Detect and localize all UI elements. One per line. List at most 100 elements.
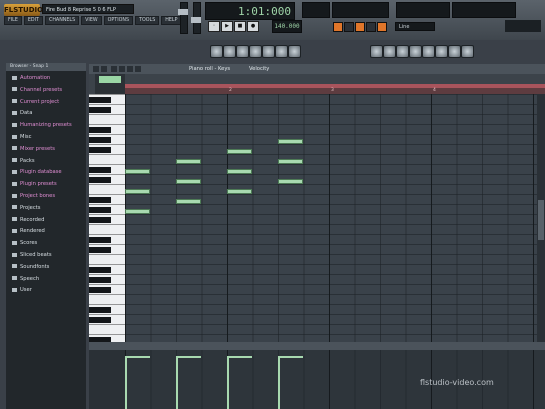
scrollbar-thumb[interactable]	[538, 200, 544, 240]
event-editor-divider[interactable]	[89, 342, 545, 350]
browser-item[interactable]: Humanizing presets	[12, 120, 84, 130]
note[interactable]	[176, 199, 201, 204]
note[interactable]	[278, 159, 303, 164]
black-key[interactable]	[89, 277, 111, 283]
browser-item[interactable]: Scores	[12, 238, 84, 248]
velocity-cap[interactable]	[176, 356, 201, 358]
magnet-icon[interactable]	[101, 66, 107, 72]
settings-icon[interactable]	[422, 45, 435, 58]
delete-icon[interactable]	[127, 66, 133, 72]
black-key[interactable]	[89, 217, 111, 223]
browser-item[interactable]: Misc	[12, 132, 84, 142]
browser-item[interactable]: Soundfonts	[12, 262, 84, 272]
zoom-control[interactable]	[95, 74, 125, 94]
project-icon[interactable]	[396, 45, 409, 58]
menu-icon[interactable]	[93, 66, 99, 72]
loop-bar[interactable]	[125, 84, 545, 88]
black-key[interactable]	[89, 317, 111, 323]
browser-item[interactable]: Projects	[12, 203, 84, 213]
black-key[interactable]	[89, 97, 111, 103]
step-edit-toggle[interactable]	[366, 22, 376, 32]
browser-item[interactable]: Plugin database	[12, 167, 84, 177]
menu-item[interactable]: TOOLS	[135, 16, 160, 25]
browser-item[interactable]: Speech	[12, 274, 84, 284]
master-pitch-slider[interactable]	[191, 2, 201, 34]
menu-item[interactable]: FILE	[4, 16, 22, 25]
undo-icon[interactable]	[370, 45, 383, 58]
metronome-toggle[interactable]	[344, 22, 354, 32]
browser-item[interactable]: Automation	[12, 73, 84, 83]
black-key[interactable]	[89, 207, 111, 213]
black-key[interactable]	[89, 197, 111, 203]
note[interactable]	[125, 169, 150, 174]
tempo-display[interactable]: 140.000	[272, 20, 302, 33]
black-key[interactable]	[89, 127, 111, 133]
note[interactable]	[125, 189, 150, 194]
browser-item[interactable]: Data	[12, 108, 84, 118]
browser-item[interactable]: Channel presets	[12, 85, 84, 95]
velocity-cap[interactable]	[125, 356, 150, 358]
plugin-icon[interactable]	[409, 45, 422, 58]
snap-toggle[interactable]	[333, 22, 343, 32]
pitch-knob[interactable]	[191, 17, 201, 23]
note[interactable]	[227, 169, 252, 174]
playlist-icon[interactable]	[210, 45, 223, 58]
render-icon[interactable]	[288, 45, 301, 58]
browser-item[interactable]: Mixer presets	[12, 144, 84, 154]
velocity-bar[interactable]	[278, 356, 280, 409]
note[interactable]	[176, 179, 201, 184]
browser-item[interactable]: Sliced beats	[12, 250, 84, 260]
black-key[interactable]	[89, 147, 111, 153]
black-key[interactable]	[89, 167, 111, 173]
browser-icon[interactable]	[249, 45, 262, 58]
menu-item[interactable]: CHANNELS	[44, 16, 80, 25]
master-volume-slider[interactable]	[178, 2, 188, 34]
piano-roll-icon[interactable]	[236, 45, 249, 58]
play-button[interactable]: ▶	[221, 21, 233, 32]
black-key[interactable]	[89, 287, 111, 293]
note[interactable]	[278, 179, 303, 184]
brush-icon[interactable]	[119, 66, 125, 72]
volume-knob[interactable]	[178, 9, 188, 15]
browser-item[interactable]: User	[12, 285, 84, 295]
menu-item[interactable]: VIEW	[81, 16, 102, 25]
typing-keyboard-toggle[interactable]	[377, 22, 387, 32]
tools-icon[interactable]	[383, 45, 396, 58]
view-selector[interactable]: Velocity	[249, 64, 269, 74]
black-key[interactable]	[89, 267, 111, 273]
note[interactable]	[125, 209, 150, 214]
select-icon[interactable]	[135, 66, 141, 72]
velocity-bar[interactable]	[227, 356, 229, 409]
record-button[interactable]: ●	[247, 21, 259, 32]
stop-button[interactable]: ■	[234, 21, 246, 32]
blend-toggle[interactable]	[355, 22, 365, 32]
browser-item[interactable]: Packs	[12, 156, 84, 166]
about-icon[interactable]	[461, 45, 474, 58]
velocity-bar[interactable]	[125, 356, 127, 409]
mixer-icon[interactable]	[262, 45, 275, 58]
help-icon[interactable]	[435, 45, 448, 58]
black-key[interactable]	[89, 247, 111, 253]
online-icon[interactable]	[448, 45, 461, 58]
step-sequencer-icon[interactable]	[223, 45, 236, 58]
browser-item[interactable]: Recorded	[12, 215, 84, 225]
browser-header[interactable]: Browser - Snap 1	[6, 63, 86, 71]
note-grid[interactable]	[125, 94, 545, 342]
black-key[interactable]	[89, 237, 111, 243]
note[interactable]	[278, 139, 303, 144]
black-key[interactable]	[89, 137, 111, 143]
pencil-icon[interactable]	[111, 66, 117, 72]
note[interactable]	[227, 149, 252, 154]
menu-item[interactable]: OPTIONS	[103, 16, 134, 25]
browser-item[interactable]: Plugin presets	[12, 179, 84, 189]
browser-item[interactable]: Project bones	[12, 191, 84, 201]
note[interactable]	[227, 189, 252, 194]
black-key[interactable]	[89, 107, 111, 113]
pattern-mode-button[interactable]: ◦	[208, 21, 220, 32]
menu-item[interactable]: EDIT	[23, 16, 43, 25]
velocity-cap[interactable]	[227, 356, 252, 358]
browser-item[interactable]: Rendered	[12, 226, 84, 236]
piano-keyboard[interactable]	[89, 94, 125, 363]
save-icon[interactable]	[275, 45, 288, 58]
note[interactable]	[176, 159, 201, 164]
